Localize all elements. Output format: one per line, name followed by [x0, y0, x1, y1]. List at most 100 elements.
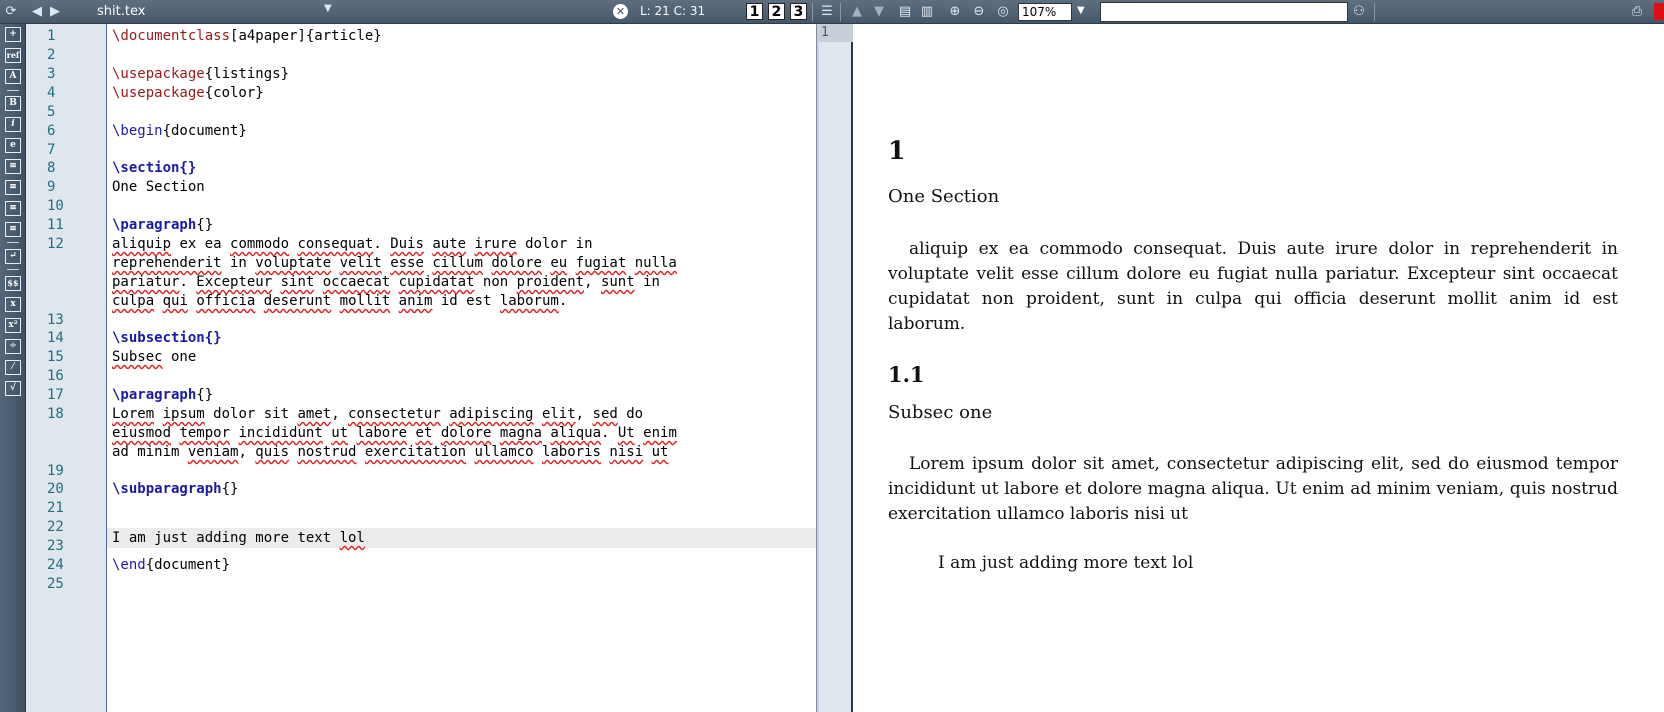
code-line[interactable]: Lorem ipsum dolor sit amet, consectetur … [112, 404, 643, 424]
emphasis-icon[interactable]: e [5, 138, 21, 153]
pdf-preview[interactable]: 1 One Section aliquip ex ea commodo cons… [855, 24, 1664, 712]
sidebar-separator [7, 242, 19, 243]
back-arrow-icon[interactable]: ◀ [28, 3, 46, 21]
line-number: 23 [47, 538, 64, 554]
code-line[interactable]: \begin{document} [112, 121, 247, 141]
view-button-1[interactable]: 1 [746, 3, 763, 20]
code-line[interactable]: \paragraph{} [112, 215, 213, 235]
code-line[interactable]: Subsec one [112, 347, 196, 367]
line-number: 13 [47, 312, 64, 328]
zoom-reset-icon[interactable]: ◎ [994, 3, 1012, 21]
document-tab-filename[interactable]: shit.tex [97, 4, 145, 19]
pdf-subsection-title: Subsec one [888, 402, 993, 423]
document-dropdown-icon[interactable]: ▼ [324, 3, 332, 14]
pdf-subparagraph: I am just adding more text lol [938, 553, 1194, 573]
line-number: 25 [47, 576, 64, 592]
line-number-gutter: 1 2 3 4 5 6 7 8 9 10 11 12 13 14 15 16 17 18 19 20 21 22 23 24 2… [26, 24, 107, 712]
zoom-level-input[interactable]: 107% [1018, 3, 1072, 21]
line-number: 2 [47, 47, 56, 63]
line-number: 5 [47, 104, 56, 120]
code-line[interactable]: reprehenderit in voluptate velit esse ci… [112, 253, 677, 273]
line-number: 1 [47, 28, 56, 44]
main-toolbar: ⟳ ◀ ▶ shit.tex ▼ ✕ L: 21 C: 31 1 2 3 ☰ ▲… [0, 0, 1664, 24]
new-line-icon[interactable]: ↵ [5, 249, 21, 264]
code-line[interactable]: \paragraph{} [112, 385, 213, 405]
latex-editor[interactable]: \documentclass[a4paper]{article} \usepac… [107, 24, 816, 712]
sidebar-separator [7, 269, 19, 270]
superscript-icon[interactable]: x² [5, 318, 21, 333]
code-line[interactable]: \usepackage{listings} [112, 64, 289, 84]
forward-arrow-icon[interactable]: ▶ [46, 3, 64, 21]
fit-width-icon[interactable]: ▥ [918, 3, 936, 21]
align-left-icon[interactable]: ≡ [5, 159, 21, 174]
line-number: 6 [47, 123, 56, 139]
line-number: 16 [47, 368, 64, 384]
cursor-position-label: L: 21 C: 31 [640, 4, 706, 18]
print-icon[interactable]: ⎙ [1628, 3, 1646, 21]
view-button-3[interactable]: 3 [790, 3, 807, 20]
line-number: 12 [47, 236, 64, 252]
fit-page-icon[interactable]: ▤ [896, 3, 914, 21]
code-line[interactable]: aliquip ex ea commodo consequat. Duis au… [112, 234, 593, 254]
ref-icon[interactable]: ref [5, 48, 21, 63]
line-number: 7 [47, 142, 56, 158]
code-line[interactable]: pariatur. Excepteur sint occaecat cupida… [112, 272, 660, 292]
code-line[interactable]: \usepackage{color} [112, 83, 264, 103]
line-number: 21 [47, 500, 64, 516]
pdf-section-number: 1 [888, 136, 906, 165]
line-number: 22 [47, 519, 64, 535]
view-button-2[interactable]: 2 [768, 3, 785, 20]
justify-icon[interactable]: ≡ [5, 222, 21, 237]
font-size-icon[interactable]: A [5, 69, 21, 84]
close-document-icon[interactable]: ✕ [613, 4, 628, 19]
page-up-icon[interactable]: ▲ [848, 3, 866, 21]
toolbar-separator [812, 3, 813, 21]
italic-icon[interactable]: i [5, 117, 21, 132]
code-line[interactable]: ad minim veniam, quis nostrud exercitati… [112, 442, 668, 462]
math-mode-icon[interactable]: $$ [5, 276, 21, 291]
code-line[interactable]: \documentclass[a4paper]{article} [112, 26, 382, 46]
pdf-search-input[interactable] [1100, 2, 1348, 22]
subscript-icon[interactable]: x [5, 297, 21, 312]
structure-toggle-icon[interactable]: ⟳ [2, 3, 20, 21]
line-number: 15 [47, 349, 64, 365]
line-number: 10 [47, 198, 64, 214]
latex-tools-sidebar: + ref A B i e ≡ ≡ ≡ ≡ ↵ $$ x x² ÷ ⁄ √ [0, 24, 26, 712]
pdf-page-gutter: 1 [819, 24, 853, 712]
line-number: 19 [47, 463, 64, 479]
code-line-current[interactable]: I am just adding more text lol [112, 528, 365, 548]
sidebar-separator [7, 90, 19, 91]
code-line[interactable]: eiusmod tempor incididunt ut labore et d… [112, 423, 677, 443]
line-number: 4 [47, 85, 56, 101]
line-number: 14 [47, 330, 64, 346]
line-number: 17 [47, 387, 64, 403]
square-root-icon[interactable]: √ [5, 381, 21, 396]
align-right-icon[interactable]: ≡ [5, 201, 21, 216]
zoom-in-icon[interactable]: ⊕ [946, 3, 964, 21]
insert-structure-icon[interactable]: + [5, 27, 21, 42]
pdf-section-title: One Section [888, 186, 1000, 207]
code-line[interactable]: \subsection{} [112, 328, 222, 348]
line-number: 9 [47, 179, 56, 195]
find-binoculars-icon[interactable]: ⚇ [1350, 3, 1368, 21]
close-viewer-icon[interactable] [1654, 3, 1664, 20]
code-line[interactable]: One Section [112, 177, 205, 197]
line-number: 11 [47, 217, 64, 233]
list-view-icon[interactable]: ☰ [818, 3, 836, 21]
code-line[interactable]: culpa qui officia deserunt mollit anim i… [112, 291, 567, 311]
zoom-dropdown-icon[interactable]: ▼ [1077, 5, 1085, 16]
pdf-paragraph-1: aliquip ex ea commodo consequat. Duis au… [888, 239, 1618, 334]
fraction-icon[interactable]: ⁄ [5, 360, 21, 375]
code-line[interactable]: \section{} [112, 158, 196, 178]
zoom-out-icon[interactable]: ⊖ [970, 3, 988, 21]
line-number: 8 [47, 160, 56, 176]
code-line[interactable]: \end{document} [112, 555, 230, 575]
align-center-icon[interactable]: ≡ [5, 180, 21, 195]
page-down-icon[interactable]: ▼ [870, 3, 888, 21]
line-number: 3 [47, 66, 56, 82]
bold-icon[interactable]: B [5, 96, 21, 111]
code-line[interactable]: \subparagraph{} [112, 479, 238, 499]
pdf-subsection-number: 1.1 [888, 362, 925, 387]
division-icon[interactable]: ÷ [5, 339, 21, 354]
line-number: 20 [47, 481, 64, 497]
